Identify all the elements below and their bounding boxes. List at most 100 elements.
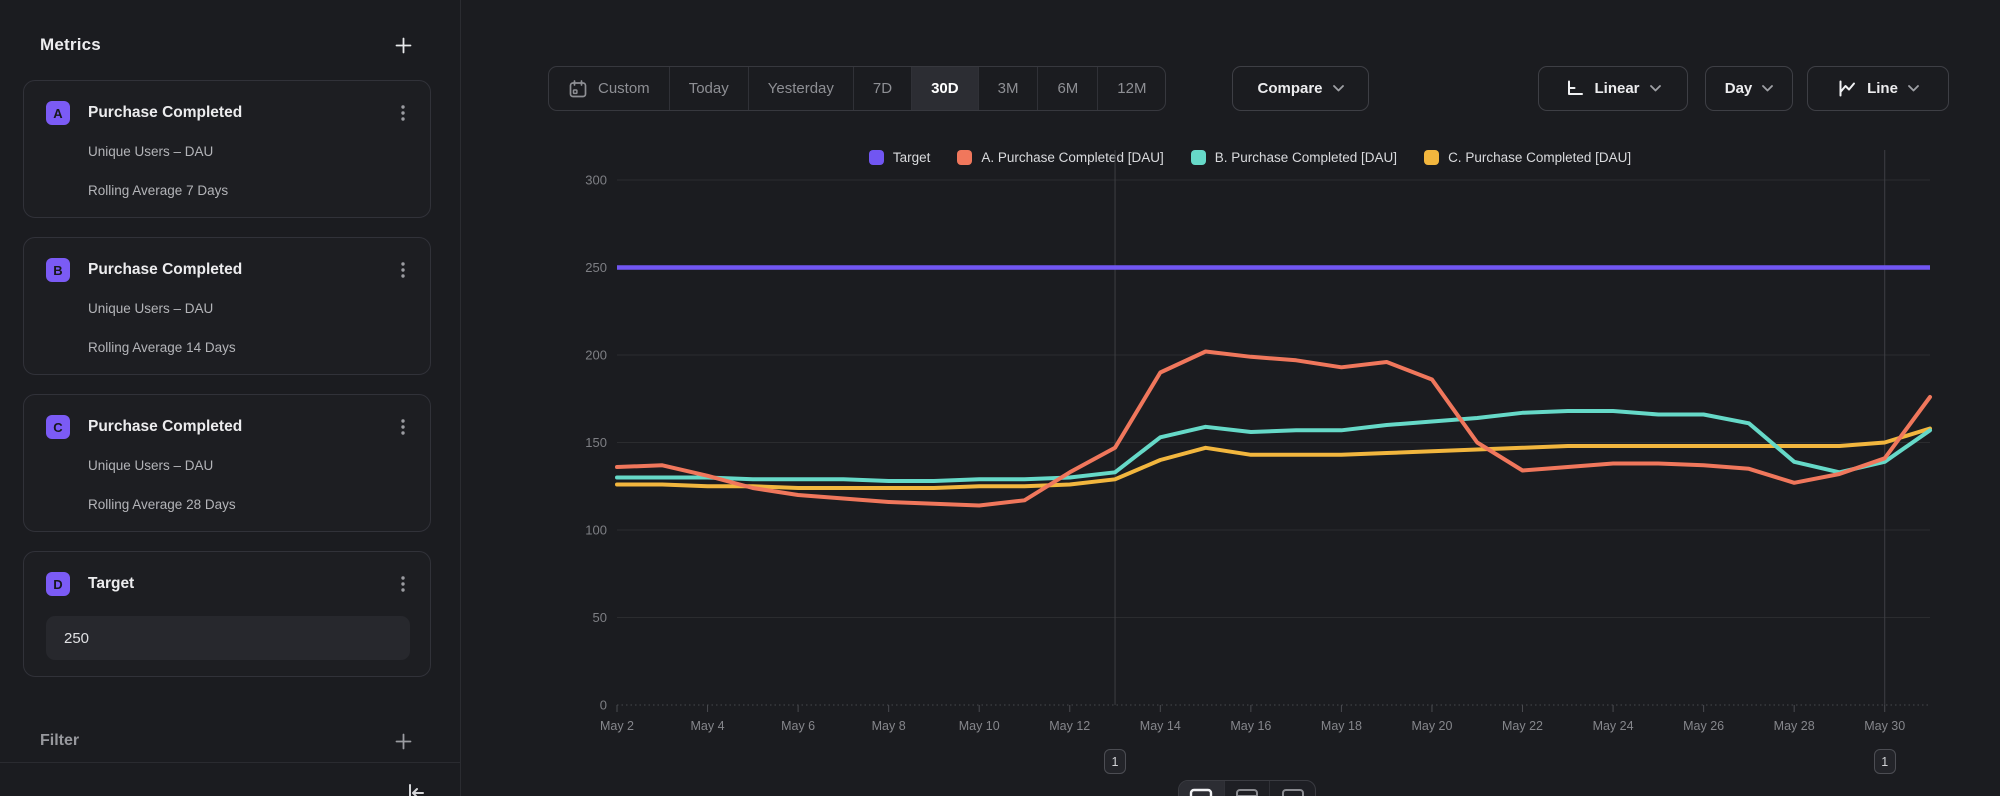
sidebar-divider: [0, 762, 460, 763]
collapse-left-icon: [403, 781, 427, 796]
metric-badge-b: B: [46, 258, 70, 282]
metric-menu-button[interactable]: [388, 255, 418, 285]
kebab-icon: [395, 575, 411, 593]
svg-text:150: 150: [585, 435, 607, 450]
filter-title: Filter: [40, 732, 79, 750]
svg-text:May 24: May 24: [1593, 719, 1634, 733]
scale-label: Linear: [1594, 80, 1639, 97]
range-label: Today: [689, 80, 729, 97]
line-chart-icon: [1837, 79, 1857, 98]
metric-title: Target: [88, 575, 134, 593]
metric-title: Purchase Completed: [88, 261, 242, 279]
chart-type-label: Line: [1867, 80, 1898, 97]
range-segment-6m[interactable]: 6M: [1037, 67, 1097, 110]
range-segment-yesterday[interactable]: Yesterday: [748, 67, 853, 110]
annotation-badge[interactable]: 1: [1874, 749, 1896, 774]
range-label: 3M: [998, 80, 1019, 97]
range-label: 7D: [873, 80, 892, 97]
range-label: Yesterday: [768, 80, 834, 97]
range-label: 30D: [931, 80, 959, 97]
split-view-icon: [1281, 788, 1305, 796]
interval-label: Day: [1725, 80, 1753, 97]
svg-text:May 8: May 8: [872, 719, 906, 733]
range-segment-12m[interactable]: 12M: [1097, 67, 1165, 110]
range-label: 12M: [1117, 80, 1146, 97]
filter-section: Filter: [40, 726, 418, 756]
collapse-sidebar-button[interactable]: [400, 778, 430, 796]
kebab-icon: [395, 418, 411, 436]
metric-card-b[interactable]: B Purchase Completed Unique Users – DAU …: [23, 237, 431, 375]
metric-badge-a: A: [46, 101, 70, 125]
view-toggle-split[interactable]: [1269, 781, 1315, 796]
svg-text:May 30: May 30: [1864, 719, 1905, 733]
metric-card-c[interactable]: C Purchase Completed Unique Users – DAU …: [23, 394, 431, 532]
chevron-down-icon: [1333, 85, 1344, 92]
plus-icon: [395, 37, 412, 54]
range-label: Custom: [598, 80, 650, 97]
scale-selector-button[interactable]: Linear: [1538, 66, 1688, 111]
metric-badge-c: C: [46, 415, 70, 439]
svg-text:200: 200: [585, 348, 607, 363]
target-value-input[interactable]: [46, 616, 410, 660]
chevron-down-icon: [1908, 85, 1919, 92]
svg-text:May 22: May 22: [1502, 719, 1543, 733]
svg-text:May 2: May 2: [600, 719, 634, 733]
metric-title: Purchase Completed: [88, 418, 242, 436]
compare-label: Compare: [1257, 80, 1322, 97]
table-view-icon: [1235, 788, 1259, 796]
svg-text:100: 100: [585, 523, 607, 538]
range-segment-today[interactable]: Today: [669, 67, 748, 110]
metric-transform: Rolling Average 14 Days: [88, 340, 236, 355]
date-range-control: Custom Today Yesterday 7D 30D 3M 6M 12M: [548, 66, 1166, 111]
kebab-icon: [395, 261, 411, 279]
target-card[interactable]: D Target: [23, 551, 431, 677]
metric-menu-button[interactable]: [388, 412, 418, 442]
metric-transform: Rolling Average 7 Days: [88, 183, 228, 198]
view-toggle-chart-active[interactable]: [1179, 781, 1224, 796]
chart-type-selector-button[interactable]: Line: [1807, 66, 1949, 111]
metric-badge-d: D: [46, 572, 70, 596]
svg-text:250: 250: [585, 260, 607, 275]
kebab-icon: [395, 104, 411, 122]
svg-text:May 10: May 10: [959, 719, 1000, 733]
range-segment-30d-selected[interactable]: 30D: [911, 67, 978, 110]
metric-card-a[interactable]: A Purchase Completed Unique Users – DAU …: [23, 80, 431, 218]
view-toggle-table[interactable]: [1224, 781, 1270, 796]
range-segment-7d[interactable]: 7D: [853, 67, 911, 110]
chart-view-icon: [1189, 788, 1213, 796]
svg-text:May 14: May 14: [1140, 719, 1181, 733]
metric-measure: Unique Users – DAU: [88, 301, 213, 316]
svg-text:May 28: May 28: [1774, 719, 1815, 733]
compare-button[interactable]: Compare: [1232, 66, 1369, 111]
metric-measure: Unique Users – DAU: [88, 144, 213, 159]
svg-text:May 12: May 12: [1049, 719, 1090, 733]
metric-menu-button[interactable]: [388, 98, 418, 128]
sidebar-header: Metrics: [40, 30, 418, 60]
chart-plot-area[interactable]: [617, 150, 1930, 706]
annotation-badge[interactable]: 1: [1104, 749, 1126, 774]
svg-text:May 16: May 16: [1230, 719, 1271, 733]
svg-text:May 20: May 20: [1411, 719, 1452, 733]
metric-measure: Unique Users – DAU: [88, 458, 213, 473]
range-segment-3m[interactable]: 3M: [978, 67, 1038, 110]
svg-text:May 18: May 18: [1321, 719, 1362, 733]
view-toggle-control: [1178, 780, 1316, 796]
plus-icon: [395, 733, 412, 750]
svg-text:May 4: May 4: [691, 719, 725, 733]
metrics-dashboard: Metrics A Purchase Completed Unique User…: [0, 0, 2000, 796]
linear-axis-icon: [1565, 79, 1584, 98]
svg-text:May 26: May 26: [1683, 719, 1724, 733]
range-segment-custom[interactable]: Custom: [549, 67, 669, 110]
svg-text:0: 0: [600, 698, 607, 713]
svg-text:50: 50: [593, 610, 607, 625]
metric-title: Purchase Completed: [88, 104, 242, 122]
range-label: 6M: [1057, 80, 1078, 97]
metrics-sidebar: Metrics A Purchase Completed Unique User…: [0, 0, 461, 796]
calendar-icon: [568, 79, 588, 99]
add-metric-button[interactable]: [388, 30, 418, 60]
svg-text:300: 300: [585, 173, 607, 188]
add-filter-button[interactable]: [388, 726, 418, 756]
interval-selector-button[interactable]: Day: [1705, 66, 1793, 111]
metric-menu-button[interactable]: [388, 569, 418, 599]
sidebar-title: Metrics: [40, 35, 101, 55]
